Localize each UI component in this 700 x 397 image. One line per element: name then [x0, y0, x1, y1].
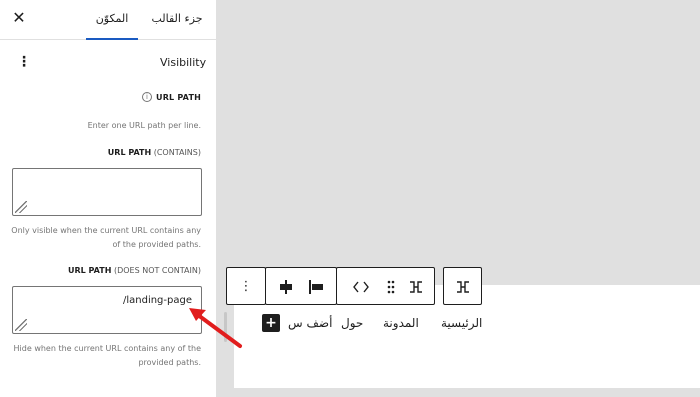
vertical-dots-icon[interactable]: ⋮: [17, 54, 31, 70]
options-icon[interactable]: ⋮: [236, 277, 256, 297]
block-toolbar: ⋮: [226, 267, 482, 305]
justify-center-icon[interactable]: [276, 277, 296, 297]
nav-item-blog[interactable]: المدونة: [383, 316, 419, 330]
tab-block[interactable]: المكوّن: [86, 0, 138, 40]
contains-label-bold: URL PATH: [107, 148, 152, 157]
not-contains-label-rest: (DOES NOT CONTAIN): [113, 266, 201, 275]
toolbar-group-move: [336, 267, 435, 305]
nav-item-home[interactable]: الرئيسية: [441, 316, 482, 330]
resize-grip-icon[interactable]: [15, 201, 27, 213]
move-arrows-icon[interactable]: [351, 277, 371, 297]
contains-help-note: Only visible when the current URL contai…: [11, 226, 201, 249]
contains-label-rest: (CONTAINS): [153, 148, 201, 157]
justify-right-icon[interactable]: [306, 277, 326, 297]
toolbar-group-parent: [443, 267, 482, 305]
nav-item-add[interactable]: أضف س: [288, 316, 332, 330]
sidebar-header: ✕ المكوّن جزء القالب: [0, 0, 216, 40]
contains-label: URL PATH (CONTAINS): [108, 148, 201, 157]
instructions-text: Enter one URL path per line.: [87, 121, 201, 130]
parent-block-icon[interactable]: [453, 277, 473, 297]
annotation-arrow-icon: [189, 308, 242, 348]
toolbar-group-options: ⋮: [226, 267, 266, 305]
settings-sidebar: ✕ المكوّن جزء القالب ⋮ Visibility URL PA…: [0, 0, 217, 397]
not-contains-label-bold: URL PATH: [68, 266, 112, 275]
info-icon[interactable]: i: [142, 92, 152, 102]
url-path-help: URL PATH i: [142, 90, 201, 104]
url-not-contains-value: /landing-page: [122, 295, 192, 306]
resize-grip-icon[interactable]: [15, 319, 27, 331]
tab-template-part[interactable]: جزء القالب: [146, 0, 208, 40]
toolbar-group-justify: [265, 267, 337, 305]
not-contains-help-note: Hide when the current URL contains any o…: [13, 344, 201, 367]
url-contains-textarea[interactable]: [12, 168, 202, 216]
close-icon[interactable]: ✕: [10, 9, 28, 27]
not-contains-label: URL PATH (DOES NOT CONTAIN): [68, 266, 201, 275]
drag-handle-icon[interactable]: [381, 277, 401, 297]
navigation-block-icon[interactable]: [406, 277, 426, 297]
url-not-contains-textarea[interactable]: /landing-page: [12, 286, 202, 334]
panel-title[interactable]: Visibility: [160, 56, 206, 69]
plus-icon[interactable]: +: [262, 314, 280, 332]
help-label: URL PATH: [156, 92, 201, 102]
nav-item-about[interactable]: حول: [341, 316, 363, 330]
